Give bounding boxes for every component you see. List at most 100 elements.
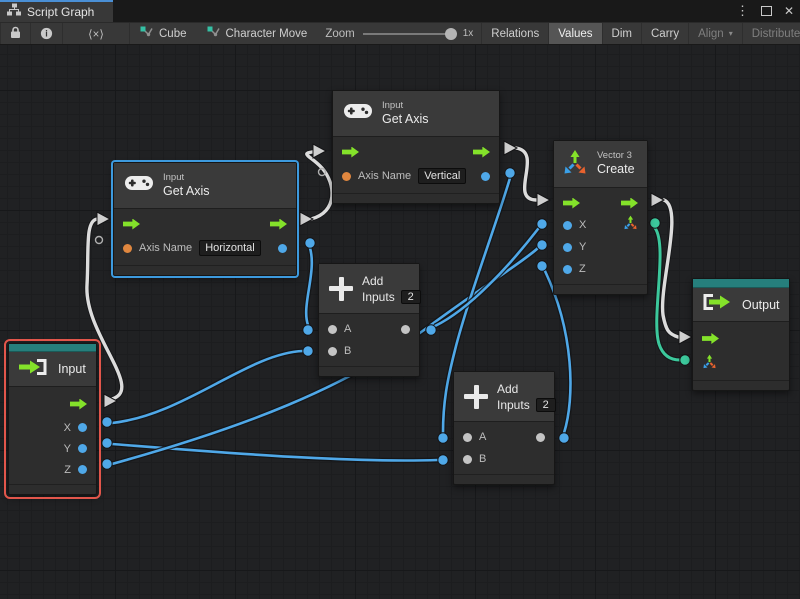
inputs-label: Inputs (362, 290, 395, 304)
node-footer (554, 284, 647, 294)
port-row-a: A (454, 426, 554, 448)
axis-out-port[interactable] (278, 244, 287, 253)
node-title: Input (58, 362, 86, 376)
node-footer (319, 366, 419, 376)
dot-add2-a-in[interactable] (438, 433, 448, 443)
node-header[interactable]: Vector 3 Create (554, 141, 647, 188)
port-y-out[interactable] (78, 444, 87, 453)
dot-add1-a-in[interactable] (303, 325, 313, 335)
flow-out-port-icon[interactable] (70, 399, 87, 410)
sum-out-port[interactable] (401, 325, 410, 334)
port-y-in[interactable] (563, 243, 572, 252)
tri-getaxis-h-flow-in[interactable] (97, 212, 110, 226)
dot-vector3-result-out[interactable] (650, 218, 660, 228)
dot-add2-b-in[interactable] (438, 455, 448, 465)
flow-port-row (333, 141, 499, 163)
port-x-in[interactable] (563, 221, 572, 230)
axis-name-field[interactable]: Horizontal (199, 240, 261, 256)
tri-getaxis-h-flow-out[interactable] (300, 212, 313, 226)
port-z-label: Z (64, 464, 71, 476)
dot-input-x-out[interactable] (102, 417, 112, 427)
node-title: Output (742, 298, 780, 312)
flow-in-port-icon[interactable] (563, 198, 580, 209)
flow-port-row (693, 326, 789, 351)
node-header[interactable]: Input (9, 352, 96, 387)
inputs-count-field[interactable]: 2 (401, 290, 421, 304)
node-get-axis-horizontal[interactable]: Input Get Axis Axis Name Horizontal (113, 162, 297, 276)
tri-getaxis-v-flow-out[interactable] (504, 141, 517, 155)
node-footer (333, 193, 499, 203)
axis-name-port[interactable] (123, 244, 132, 253)
node-add-1[interactable]: Add Inputs2 A B (318, 263, 420, 377)
dot-input-z-out[interactable] (102, 459, 112, 469)
ring-getaxis-h-axis[interactable] (96, 237, 103, 244)
flow-out-port-icon[interactable] (270, 219, 287, 230)
flow-in-port-icon[interactable] (702, 333, 719, 344)
axis-name-port[interactable] (342, 172, 351, 181)
tri-getaxis-v-flow-in[interactable] (313, 144, 326, 158)
port-z-out[interactable] (78, 465, 87, 474)
port-a-in[interactable] (328, 325, 337, 334)
flow-out-port-icon[interactable] (473, 147, 490, 158)
dot-output-value-in[interactable] (680, 355, 690, 365)
dot-getaxis-v-out[interactable] (505, 168, 515, 178)
node-add-2[interactable]: Add Inputs2 A B (453, 371, 555, 485)
axis-out-port[interactable] (481, 172, 490, 181)
dot-add1-out[interactable] (426, 325, 436, 335)
port-row-b: B (319, 340, 419, 362)
port-a-label: A (479, 431, 486, 443)
flow-port-row (554, 192, 647, 214)
axis-name-label: Axis Name (358, 170, 411, 182)
port-row-x: X (9, 417, 96, 438)
node-vector3-create[interactable]: Vector 3 Create X (553, 140, 648, 295)
dot-add2-out[interactable] (559, 433, 569, 443)
port-row-x: X (554, 214, 647, 236)
axis-name-label: Axis Name (139, 242, 192, 254)
tri-vector3-flow-out[interactable] (651, 193, 664, 207)
axis-name-row: Axis Name Vertical (333, 163, 499, 189)
node-title: Get Axis (382, 112, 429, 128)
vector-port-row (693, 351, 789, 376)
node-output-event[interactable]: Output (692, 278, 790, 391)
dot-add1-b-in[interactable] (303, 346, 313, 356)
node-get-axis-vertical[interactable]: Input Get Axis Axis Name Vertical (332, 90, 500, 204)
vector3-in-port-icon[interactable] (702, 354, 717, 374)
node-header[interactable]: Output (693, 288, 789, 322)
node-header[interactable]: Add Inputs2 (319, 264, 419, 314)
port-x-out[interactable] (78, 423, 87, 432)
gamepad-icon (124, 175, 154, 196)
port-z-in[interactable] (563, 265, 572, 274)
vector3-icon (562, 149, 588, 180)
graph-canvas[interactable]: Input Get Axis Axis Name Horizontal (0, 45, 800, 599)
inputs-count-field[interactable]: 2 (536, 398, 556, 412)
node-input-event[interactable]: Input X Y Z (8, 343, 97, 495)
port-row-a: A (319, 318, 419, 340)
dot-getaxis-h-out[interactable] (305, 238, 315, 248)
dot-vector3-z-in[interactable] (537, 261, 547, 271)
flow-in-port-icon[interactable] (123, 219, 140, 230)
dot-input-y-out[interactable] (102, 438, 112, 448)
tri-output-flow-in[interactable] (679, 330, 692, 344)
node-header[interactable]: Input Get Axis (114, 163, 296, 209)
port-y-label: Y (64, 443, 71, 455)
port-a-in[interactable] (463, 433, 472, 442)
node-title: Get Axis (163, 184, 210, 200)
node-header[interactable]: Input Get Axis (333, 91, 499, 137)
node-footer (454, 474, 554, 484)
dot-vector3-y-in[interactable] (537, 240, 547, 250)
port-z-label: Z (579, 263, 586, 275)
tri-vector3-flow-in[interactable] (537, 193, 550, 207)
node-footer (693, 380, 789, 390)
dot-vector3-x-in[interactable] (537, 219, 547, 229)
flow-in-port-icon[interactable] (342, 147, 359, 158)
wire-flow-getaxis-v-to-vector3[interactable] (516, 148, 536, 200)
port-a-label: A (344, 323, 351, 335)
node-header[interactable]: Add Inputs2 (454, 372, 554, 422)
flow-out-port-icon[interactable] (621, 198, 638, 209)
axis-name-field[interactable]: Vertical (418, 168, 466, 184)
sum-out-port[interactable] (536, 433, 545, 442)
vector3-out-port-icon[interactable] (623, 215, 638, 235)
port-x-label: X (579, 219, 586, 231)
port-b-in[interactable] (328, 347, 337, 356)
port-b-in[interactable] (463, 455, 472, 464)
